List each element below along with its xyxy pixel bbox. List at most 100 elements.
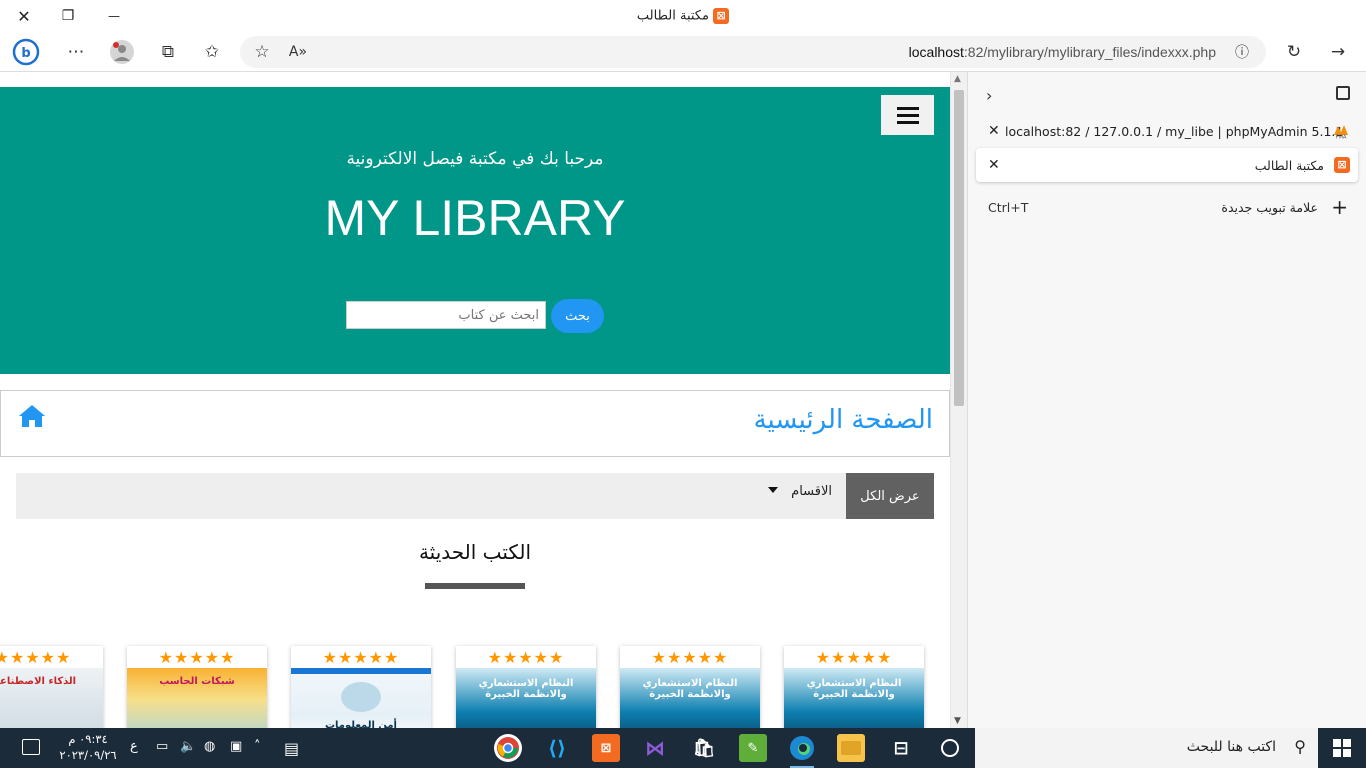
site-info-icon[interactable]: ⓘ [1228, 38, 1256, 66]
search-icon: ⚲ [1294, 737, 1306, 756]
add-favorite-icon[interactable]: ☆ [248, 38, 276, 66]
show-hidden-icons[interactable]: ˄ [254, 739, 261, 754]
svg-text:PMA: PMA [1336, 135, 1347, 140]
book-cover[interactable]: أمن المعلومات [291, 668, 431, 728]
chrome-icon[interactable] [494, 734, 522, 762]
bing-icon[interactable]: b [12, 38, 40, 66]
scroll-up-icon[interactable]: ▲ [954, 74, 961, 84]
battery-icon[interactable]: ▭ [156, 739, 168, 754]
input-language[interactable]: ع [130, 739, 138, 754]
book-card[interactable]: ★★★★★ شبكات الحاسب [127, 646, 267, 728]
refresh-icon[interactable]: ↻ [1280, 38, 1308, 66]
tab-label: localhost:82 / 127.0.0.1 / my_libe | php… [1005, 124, 1344, 139]
store-icon[interactable]: 🛍 [690, 734, 718, 762]
taskbar-search-box[interactable]: اكتب هنا للبحث ⚲ [975, 728, 1318, 768]
tab-student-library[interactable]: ✕ مكتبة الطالب ⊠ [976, 148, 1358, 182]
tab-actions-icon[interactable] [1336, 86, 1350, 100]
close-tab-icon[interactable]: ✕ [988, 123, 1000, 139]
caret-down-icon[interactable] [768, 487, 778, 493]
rating-stars: ★★★★★ [651, 648, 729, 667]
rating-stars: ★★★★★ [815, 648, 893, 667]
xampp-taskbar-icon[interactable]: ⊠ [592, 734, 620, 762]
scrollbar-thumb[interactable] [954, 90, 964, 406]
book-cover[interactable]: شبكات الحاسب [127, 668, 267, 728]
xampp-icon: ⊠ [1334, 157, 1350, 173]
rating-stars: ★★★★★ [158, 648, 236, 667]
xampp-icon: ⊠ [713, 8, 730, 24]
clock[interactable]: ٠٩:٣٤ م ٢٠٢٣/٠٩/٢٦ [56, 731, 120, 763]
meet-now-icon[interactable]: ▣ [230, 739, 242, 754]
rating-stars: ★★★★★ [0, 648, 72, 667]
plus-icon: + [1331, 195, 1348, 219]
book-cover[interactable]: النظام الاستشعاري والانظمة الخبيرة [784, 668, 924, 728]
section-title: الكتب الحديثة [418, 540, 532, 564]
expand-pane-icon[interactable]: › [986, 86, 992, 105]
tab-label: مكتبة الطالب [1254, 158, 1324, 173]
book-card[interactable]: ★★★★★ النظام الاستشعاري والانظمة الخبيرة [784, 646, 924, 728]
profile-avatar[interactable] [108, 38, 136, 66]
news-icon[interactable]: ▤ [284, 739, 299, 758]
window-title: ⊠ مكتبة الطالب [0, 8, 1366, 24]
window-title-text: مكتبة الطالب [636, 8, 709, 24]
hamburger-menu-button[interactable] [881, 95, 934, 135]
book-card[interactable]: ★★★★★ النظام الاستشعاري والانظمة الخبيرة [456, 646, 596, 728]
book-cover[interactable]: النظام الاستشعاري والانظمة الخبيرة [456, 668, 596, 728]
book-cover-title: شبكات الحاسب [159, 676, 235, 687]
book-cover[interactable]: النظام الاستشعاري والانظمة الخبيرة [620, 668, 760, 728]
web-page: مرحبا بك في مكتبة فيصل الالكترونية MY LI… [0, 72, 950, 728]
book-card[interactable]: ★★★★★ الذكاء الاصطناعي [0, 646, 103, 728]
clock-date: ٢٠٢٣/٠٩/٢٦ [59, 748, 117, 762]
task-view-icon[interactable]: ⊟ [887, 734, 915, 762]
taskbar: ٠٩:٣٤ م ٢٠٢٣/٠٩/٢٦ ع ▭ 🔈 ◍ ▣ ˄ ▤ ⟨⟩ ⊠ ⋈ … [0, 728, 1366, 768]
new-tab-shortcut: Ctrl+T [988, 200, 1029, 215]
read-aloud-icon[interactable]: A» [284, 38, 312, 66]
book-cover-title: النظام الاستشعاري والانظمة الخبيرة [642, 678, 738, 700]
address-bar[interactable]: ☆ A» localhost:82/mylibrary/mylibrary_fi… [240, 36, 1266, 68]
book-card[interactable]: ★★★★★ النظام الاستشعاري والانظمة الخبيرة [620, 646, 760, 728]
edge-icon[interactable] [788, 734, 816, 768]
browser-toolbar: b ⋯ ⧉ ✩ ☆ A» localhost:82/mylibrary/myli… [0, 32, 1366, 72]
more-options-icon[interactable]: ⋯ [62, 38, 90, 66]
welcome-text: مرحبا بك في مكتبة فيصل الالكترونية [346, 149, 604, 169]
tab-phpmyadmin[interactable]: ✕ localhost:82 / 127.0.0.1 / my_libe | p… [976, 114, 1358, 148]
forward-icon[interactable]: → [1324, 38, 1352, 66]
notifications-icon[interactable] [22, 739, 40, 755]
new-tab-label: علامة تبويب جديدة [1221, 200, 1318, 215]
book-search-input[interactable] [346, 301, 546, 329]
url-text[interactable]: localhost:82/mylibrary/mylibrary_files/i… [909, 44, 1216, 60]
rating-stars: ★★★★★ [487, 648, 565, 667]
section-divider [425, 583, 525, 589]
collections-icon[interactable]: ⧉ [154, 38, 182, 66]
search-button[interactable]: بحث [551, 299, 604, 333]
page-scrollbar[interactable]: ▲ ▼ [950, 72, 967, 728]
windows-icon [1333, 739, 1351, 757]
book-cover-title: النظام الاستشعاري والانظمة الخبيرة [806, 678, 902, 700]
volume-icon[interactable]: 🔈 [180, 739, 196, 754]
office-icon[interactable]: ✎ [739, 734, 767, 762]
network-icon[interactable]: ◍ [204, 739, 215, 754]
book-cover[interactable]: الذكاء الاصطناعي [0, 668, 103, 728]
vscode-icon[interactable]: ⟨⟩ [543, 734, 571, 762]
book-card[interactable]: ★★★★★ أمن المعلومات [291, 646, 431, 728]
page-title[interactable]: الصفحة الرئيسية [754, 405, 933, 435]
favorites-icon[interactable]: ✩ [198, 38, 226, 66]
visual-studio-icon[interactable]: ⋈ [641, 734, 669, 762]
book-cover-title: الذكاء الاصطناعي [0, 676, 77, 687]
scroll-down-icon[interactable]: ▼ [954, 716, 961, 726]
categories-dropdown[interactable]: الاقسام [791, 484, 832, 499]
close-tab-icon[interactable]: ✕ [988, 157, 1000, 173]
home-icon[interactable] [17, 403, 47, 429]
show-all-button[interactable]: عرض الكل [846, 473, 934, 519]
search-placeholder: اكتب هنا للبحث [1186, 739, 1276, 755]
book-cover-title: النظام الاستشعاري والانظمة الخبيرة [478, 678, 574, 700]
svg-text:b: b [21, 46, 30, 61]
hero-banner: مرحبا بك في مكتبة فيصل الالكترونية MY LI… [0, 87, 950, 374]
phpmyadmin-icon: PMA [1332, 123, 1350, 142]
vertical-tabs-pane: › ✕ localhost:82 / 127.0.0.1 / my_libe |… [967, 72, 1366, 728]
file-explorer-icon[interactable] [837, 734, 865, 762]
title-bar: ✕ ❐ — ⊠ مكتبة الطالب [0, 0, 1366, 32]
book-cover-title: أمن المعلومات [325, 720, 397, 728]
start-button[interactable] [1318, 728, 1366, 768]
cortana-icon[interactable] [941, 739, 959, 757]
breadcrumb: الصفحة الرئيسية [0, 390, 950, 457]
